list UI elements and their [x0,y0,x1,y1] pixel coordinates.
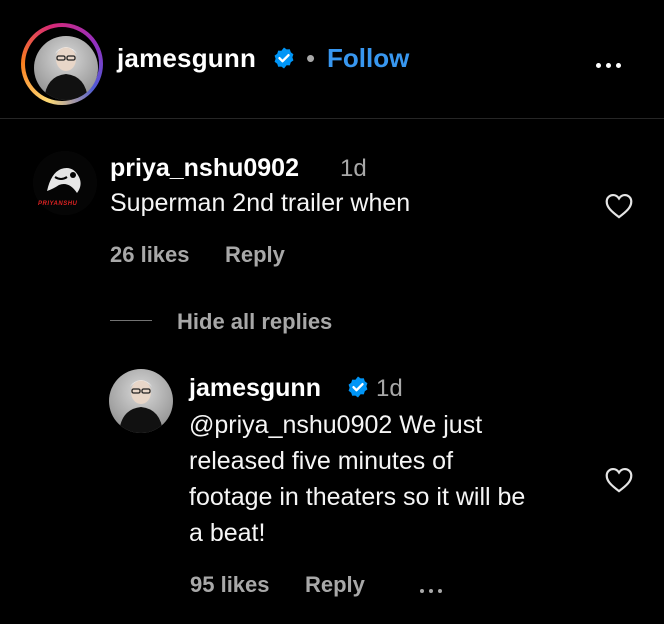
avatar-caption: PRIYANSHU [38,201,78,207]
reply-time: 1d [376,375,403,402]
comment-likes-count[interactable]: 26 likes [110,242,190,268]
reply-author-avatar[interactable] [109,369,173,433]
more-options-icon[interactable] [596,55,626,73]
avatar [34,36,98,100]
reply-likes-count[interactable]: 95 likes [190,572,270,598]
comment-time: 1d [340,155,367,182]
reply-text-line-3: footage in theaters so it will be [189,483,526,511]
reply-username[interactable]: jamesgunn [189,374,321,403]
comment-text: Superman 2nd trailer when [110,189,411,217]
comment-reply-button[interactable]: Reply [225,242,285,268]
reply-reply-button[interactable]: Reply [305,572,365,598]
replies-divider-line [110,320,152,321]
reply-text-line-2: released five minutes of [189,447,454,475]
separator-dot: • [306,43,316,73]
post-author-username[interactable]: jamesgunn [117,43,256,74]
reply-more-options-icon[interactable] [420,580,447,598]
heart-icon[interactable] [604,192,634,219]
verified-badge-icon [274,47,294,69]
story-ring[interactable] [21,23,103,105]
heart-icon[interactable] [604,466,634,493]
follow-button[interactable]: Follow [327,43,409,74]
comment-username[interactable]: priya_nshu0902 [110,154,299,183]
reply-text-line-1: @priya_nshu0902 We just [189,411,483,439]
hide-replies-button[interactable]: Hide all replies [177,309,332,335]
verified-badge-icon [348,376,368,398]
header-divider [0,118,664,119]
reply-text-line-4: a beat! [189,519,266,547]
